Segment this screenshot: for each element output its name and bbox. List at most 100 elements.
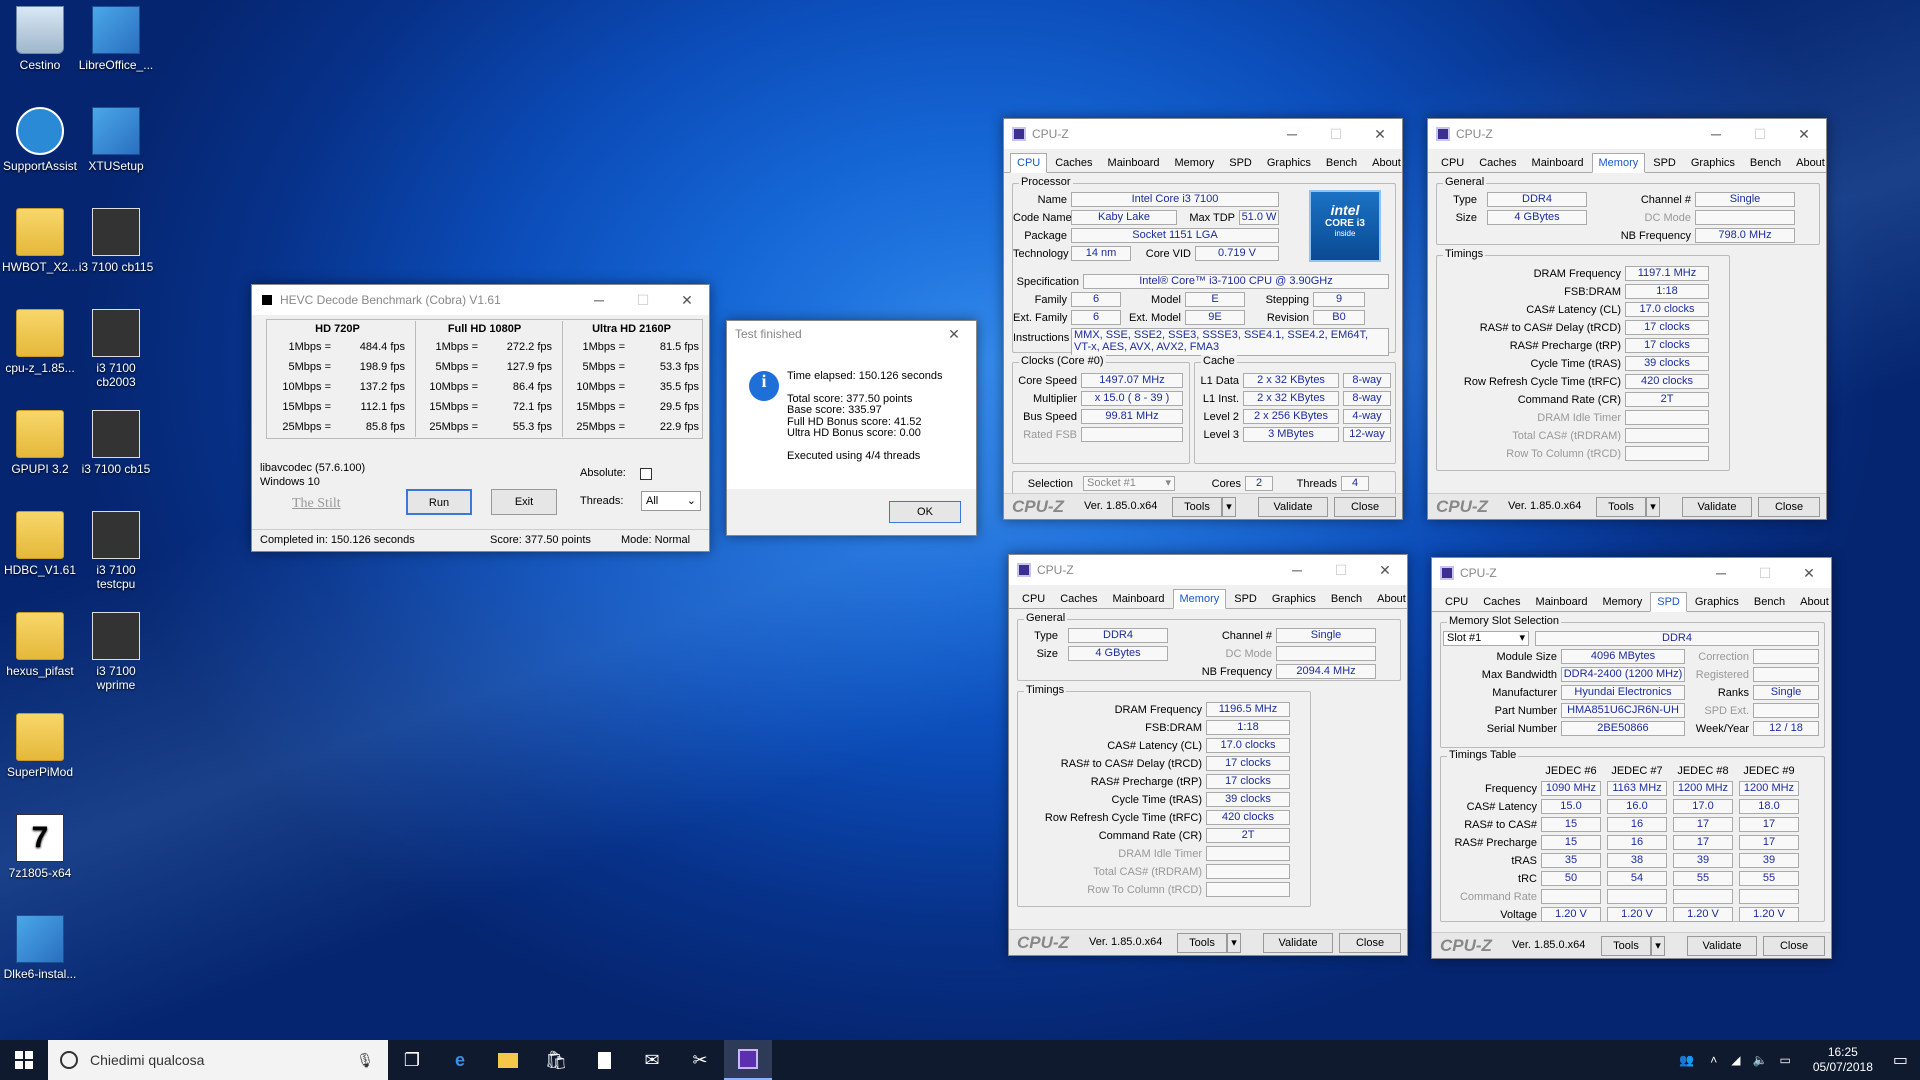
tools-dropdown-button[interactable]: ▾: [1646, 497, 1660, 517]
close-icon[interactable]: ✕: [1782, 119, 1826, 149]
maximize-icon[interactable]: ☐: [1738, 119, 1782, 149]
store-icon[interactable]: 🛍: [532, 1040, 580, 1080]
minimize-icon[interactable]: ─: [577, 285, 621, 315]
cpuz-taskbar-icon[interactable]: [724, 1040, 772, 1080]
close-icon[interactable]: ✕: [1787, 558, 1831, 588]
tab-memory[interactable]: Memory: [1591, 153, 1646, 173]
tab-caches[interactable]: Caches: [1053, 589, 1104, 609]
maximize-icon[interactable]: ☐: [621, 285, 665, 315]
cpuz-titlebar[interactable]: CPU-Z ─ ☐ ✕: [1009, 555, 1407, 585]
close-icon[interactable]: ✕: [665, 285, 709, 315]
cpuz-titlebar[interactable]: CPU-Z ─ ☐ ✕: [1004, 119, 1402, 149]
tools-button[interactable]: Tools: [1601, 936, 1651, 956]
tab-spd[interactable]: SPD: [1227, 589, 1264, 609]
tab-cpu[interactable]: CPU: [1015, 589, 1052, 609]
validate-button[interactable]: Validate: [1263, 933, 1333, 953]
slot-select[interactable]: Slot #1 ▾: [1443, 631, 1529, 646]
tab-graphics[interactable]: Graphics: [1260, 153, 1318, 173]
volume-icon[interactable]: 🔈: [1753, 1053, 1768, 1067]
search-box[interactable]: Chiedimi qualcosa 🎙: [48, 1040, 388, 1080]
battery-icon[interactable]: ▭: [1779, 1053, 1790, 1067]
tab-spd[interactable]: SPD: [1222, 153, 1259, 173]
minimize-icon[interactable]: ─: [1694, 119, 1738, 149]
minimize-icon[interactable]: ─: [1275, 555, 1319, 585]
desktop-icon[interactable]: XTUSetup: [76, 101, 156, 193]
cpuz-titlebar[interactable]: CPU-Z ─ ☐ ✕: [1428, 119, 1826, 149]
tab-cpu[interactable]: CPU: [1010, 153, 1048, 173]
desktop-icon[interactable]: i3 7100 cb115: [76, 202, 156, 294]
run-button[interactable]: Run: [406, 489, 472, 515]
desktop-icon[interactable]: HDBC_V1.61: [0, 505, 80, 597]
desktop-icon[interactable]: SuperPiMod: [0, 707, 80, 799]
validate-button[interactable]: Validate: [1682, 497, 1752, 517]
snipping-tool-icon[interactable]: ✂: [676, 1040, 724, 1080]
people-icon[interactable]: 👥: [1679, 1053, 1694, 1067]
exit-button[interactable]: Exit: [491, 489, 557, 515]
file-explorer-icon[interactable]: [484, 1040, 532, 1080]
close-icon[interactable]: ✕: [1358, 119, 1402, 149]
close-icon[interactable]: ✕: [1363, 555, 1407, 585]
network-icon[interactable]: ◢: [1731, 1053, 1740, 1067]
tab-cpu[interactable]: CPU: [1434, 153, 1471, 173]
microphone-icon[interactable]: 🎙: [356, 1052, 374, 1069]
desktop-icon[interactable]: i3 7100 cb2003: [76, 303, 156, 395]
tab-about[interactable]: About: [1793, 592, 1836, 612]
tab-graphics[interactable]: Graphics: [1265, 589, 1323, 609]
tab-memory[interactable]: Memory: [1596, 592, 1650, 612]
desktop-icon[interactable]: i3 7100 wprime: [76, 606, 156, 698]
tab-spd[interactable]: SPD: [1646, 153, 1683, 173]
close-button[interactable]: Close: [1763, 936, 1825, 956]
tab-mainboard[interactable]: Mainboard: [1106, 589, 1172, 609]
task-view-icon[interactable]: ❐: [388, 1040, 436, 1080]
desktop-icon[interactable]: i3 7100 testcpu: [76, 505, 156, 597]
desktop-icon[interactable]: cpu-z_1.85...: [0, 303, 80, 395]
absolute-checkbox[interactable]: [640, 468, 652, 480]
ok-button[interactable]: OK: [889, 501, 961, 523]
desktop-icon[interactable]: HWBOT_X2...: [0, 202, 80, 294]
mail-icon[interactable]: ✉: [628, 1040, 676, 1080]
tab-memory[interactable]: Memory: [1172, 589, 1227, 609]
tab-bench[interactable]: Bench: [1747, 592, 1792, 612]
author-link[interactable]: The Stilt: [292, 496, 341, 512]
tab-mainboard[interactable]: Mainboard: [1101, 153, 1167, 173]
desktop-icon[interactable]: Dlke6-instal...: [0, 909, 80, 1001]
minimize-icon[interactable]: ─: [1699, 558, 1743, 588]
tab-cpu[interactable]: CPU: [1438, 592, 1475, 612]
cpuz-titlebar[interactable]: CPU-Z ─ ☐ ✕: [1432, 558, 1831, 588]
socket-select[interactable]: Socket #1 ▾: [1083, 476, 1175, 491]
tab-caches[interactable]: Caches: [1472, 153, 1523, 173]
clock[interactable]: 16:25 05/07/2018: [1813, 1045, 1873, 1075]
tab-memory[interactable]: Memory: [1168, 153, 1222, 173]
tools-button[interactable]: Tools: [1172, 497, 1222, 517]
tab-graphics[interactable]: Graphics: [1688, 592, 1746, 612]
tools-button[interactable]: Tools: [1177, 933, 1227, 953]
tab-caches[interactable]: Caches: [1476, 592, 1527, 612]
hevc-titlebar[interactable]: HEVC Decode Benchmark (Cobra) V1.61 ─ ☐ …: [252, 285, 709, 315]
edge-browser-icon[interactable]: e: [436, 1040, 484, 1080]
desktop-icon[interactable]: i3 7100 cb15: [76, 404, 156, 496]
desktop-icon[interactable]: LibreOffice_...: [76, 0, 156, 92]
dialog-titlebar[interactable]: Test finished ✕: [727, 321, 976, 347]
maximize-icon[interactable]: ☐: [1319, 555, 1363, 585]
validate-button[interactable]: Validate: [1258, 497, 1328, 517]
tab-about[interactable]: About: [1370, 589, 1413, 609]
tab-about[interactable]: About: [1365, 153, 1408, 173]
desktop-icon[interactable]: Cestino: [0, 0, 80, 92]
tab-bench[interactable]: Bench: [1319, 153, 1364, 173]
minimize-icon[interactable]: ─: [1270, 119, 1314, 149]
close-button[interactable]: Close: [1339, 933, 1401, 953]
desktop-icon[interactable]: hexus_pifast: [0, 606, 80, 698]
close-button[interactable]: Close: [1334, 497, 1396, 517]
tools-dropdown-button[interactable]: ▾: [1651, 936, 1665, 956]
threads-select[interactable]: All ⌄: [641, 491, 701, 511]
tab-mainboard[interactable]: Mainboard: [1525, 153, 1591, 173]
tab-bench[interactable]: Bench: [1743, 153, 1788, 173]
chevron-up-icon[interactable]: ˄: [1710, 1053, 1717, 1067]
tools-dropdown-button[interactable]: ▾: [1222, 497, 1236, 517]
validate-button[interactable]: Validate: [1687, 936, 1757, 956]
tab-spd[interactable]: SPD: [1650, 592, 1687, 612]
desktop-icon[interactable]: GPUPI 3.2: [0, 404, 80, 496]
tools-dropdown-button[interactable]: ▾: [1227, 933, 1241, 953]
desktop-icon[interactable]: SupportAssist: [0, 101, 80, 193]
maximize-icon[interactable]: ☐: [1314, 119, 1358, 149]
